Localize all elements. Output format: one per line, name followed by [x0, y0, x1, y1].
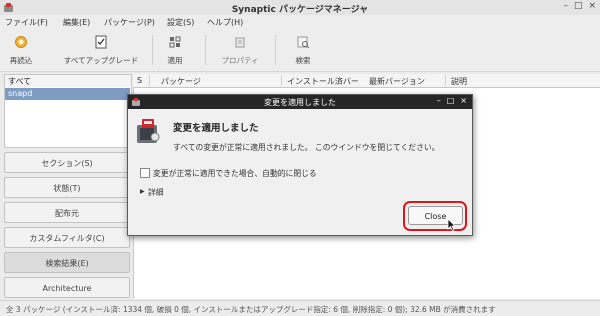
status-button[interactable]: 状態(T) — [4, 177, 130, 198]
column-description[interactable]: 説明 — [451, 76, 467, 87]
search-results-button[interactable]: 検索結果(E) — [4, 252, 130, 273]
dialog-minimize-button[interactable]: – — [437, 96, 441, 105]
properties-label: プロパティ — [221, 56, 259, 65]
window-title: Synaptic パッケージマネージャ — [231, 5, 369, 15]
dialog-window-title: 変更を適用しました — [264, 98, 336, 107]
synaptic-package-icon — [137, 119, 160, 143]
dialog-heading: 変更を適用しました — [173, 123, 259, 134]
filter-item-snapd[interactable]: snapd — [5, 88, 130, 100]
properties-icon — [235, 37, 245, 48]
search-icon — [297, 36, 310, 49]
menu-help[interactable]: ヘルプ(H) — [207, 17, 243, 28]
close-window-button[interactable]: × — [588, 1, 596, 11]
reload-button[interactable]: 再読込 — [6, 35, 36, 66]
upgrade-icon — [95, 35, 107, 49]
auto-close-checkbox-label[interactable]: 変更が正常に適用できた場合、自動的に閉じる — [153, 168, 317, 179]
menu-bar: ファイル(F) 編集(E) パッケージ(P) 設定(S) ヘルプ(H) — [0, 15, 600, 29]
column-installed-version[interactable]: インストール済バー — [287, 76, 359, 87]
package-table-header: S パッケージ インストール済バー 最新バージョン 説明 — [133, 74, 600, 88]
status-bar: 全 3 パッケージ (インストール済: 1334 個, 破損 0 個, インスト… — [0, 300, 600, 316]
main-titlebar: Synaptic パッケージマネージャ – □ × — [0, 0, 600, 16]
dialog-maximize-button[interactable]: □ — [447, 96, 455, 105]
menu-file[interactable]: ファイル(F) — [5, 17, 48, 28]
dialog-message: すべての変更が正常に適用されました。 このウインドウを閉じてください。 — [173, 143, 440, 152]
apply-icon — [169, 36, 181, 48]
mark-all-upgrades-button[interactable]: すべてアップグレード — [56, 35, 146, 66]
architecture-button[interactable]: Architecture — [4, 277, 130, 298]
filter-item-label: snapd — [8, 89, 33, 98]
menu-package[interactable]: パッケージ(P) — [104, 17, 155, 28]
minimize-button[interactable]: – — [563, 1, 568, 11]
menu-settings[interactable]: 設定(S) — [167, 17, 194, 28]
sections-button[interactable]: セクション(S) — [4, 152, 130, 173]
origin-button[interactable]: 配布元 — [4, 202, 130, 223]
mark-all-upgrades-label: すべてアップグレード — [63, 56, 139, 65]
highlight-ring — [403, 201, 467, 231]
menu-edit[interactable]: 編集(E) — [63, 17, 90, 28]
mouse-cursor-icon — [447, 218, 456, 231]
expander-arrow-icon[interactable]: ▶ — [140, 188, 145, 195]
column-package[interactable]: パッケージ — [161, 76, 201, 87]
custom-filters-button[interactable]: カスタムフィルタ(C) — [4, 227, 130, 248]
apply-label: 適用 — [167, 56, 183, 65]
reload-label: 再読込 — [9, 56, 33, 65]
toolbar: 再読込 すべてアップグレード 適用 プロパティ 検索 — [0, 29, 600, 72]
status-text: 全 3 パッケージ (インストール済: 1334 個, 破損 0 個, インスト… — [6, 305, 496, 314]
column-status[interactable]: S — [137, 76, 142, 85]
maximize-button[interactable]: □ — [574, 1, 583, 11]
search-button[interactable]: 検索 — [288, 35, 318, 66]
filter-header-label: すべて — [8, 77, 32, 86]
search-label: 検索 — [295, 56, 311, 65]
apply-button[interactable]: 適用 — [160, 35, 190, 66]
auto-close-checkbox[interactable] — [140, 168, 150, 178]
column-latest-version[interactable]: 最新バージョン — [369, 76, 425, 87]
dialog-titlebar: 変更を適用しました – □ × — [128, 95, 472, 109]
dialog-close-x-button[interactable]: × — [460, 96, 467, 105]
properties-button[interactable]: プロパティ — [216, 35, 264, 66]
details-expander[interactable]: 詳細 — [148, 187, 164, 198]
reload-icon — [15, 36, 27, 48]
